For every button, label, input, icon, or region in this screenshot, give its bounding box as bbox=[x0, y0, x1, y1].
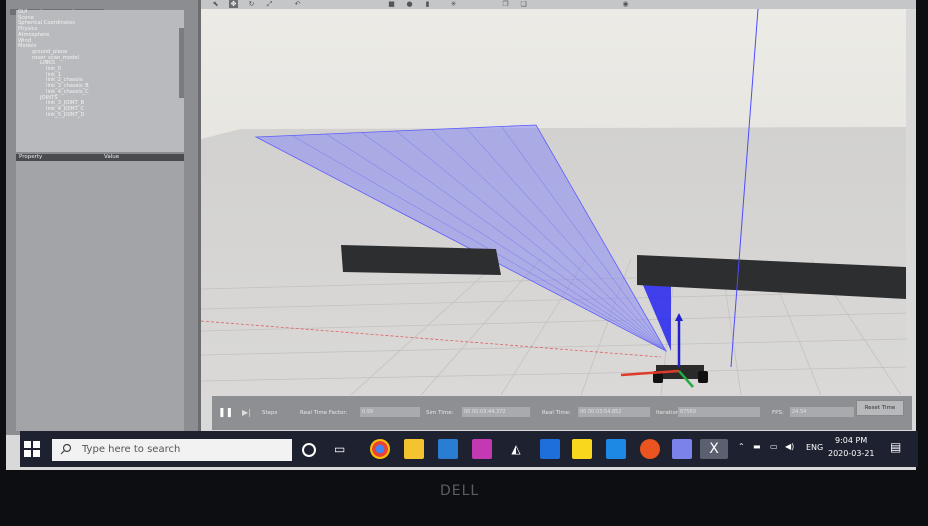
sphere-shape-icon[interactable]: ● bbox=[405, 0, 414, 8]
copy-icon[interactable]: ❐ bbox=[501, 0, 510, 8]
realtime-value: 00 00:03:54.852 bbox=[578, 407, 650, 417]
dell-logo: DELL bbox=[440, 483, 480, 499]
volume-icon[interactable]: ◀) bbox=[785, 442, 794, 451]
monitor-screen: ⬉ ✥ ↻ ⤢ ↶ ■ ● ▮ ✳ ❐ ❑ ◉ GUI Scene Spheri… bbox=[6, 0, 916, 470]
simtime-label: Sim Time: bbox=[426, 410, 454, 416]
simulation-bar: ❚❚ ▶| Steps Real Time Factor: 0.99 Sim T… bbox=[212, 396, 912, 430]
file-explorer-icon[interactable] bbox=[404, 439, 424, 459]
panel-tabs bbox=[10, 0, 180, 15]
box-shape-icon[interactable]: ■ bbox=[387, 0, 396, 8]
rotate-tool-icon[interactable]: ↻ bbox=[247, 0, 256, 8]
windows-taskbar: Type here to search ▭ ◭ X ⌃ ▬ ▭ ◀) ENG 9… bbox=[20, 431, 918, 467]
realtime-label: Real Time: bbox=[542, 410, 571, 416]
windows-start-icon[interactable] bbox=[24, 441, 40, 457]
word-icon[interactable] bbox=[540, 439, 560, 459]
cortana-icon[interactable] bbox=[302, 443, 316, 457]
screenshot-icon[interactable]: ◉ bbox=[621, 0, 630, 8]
tree-scrollbar[interactable] bbox=[179, 28, 184, 98]
fps-value: 24.54 bbox=[790, 407, 854, 417]
chrome-icon[interactable] bbox=[370, 439, 390, 459]
scale-tool-icon[interactable]: ⤢ bbox=[265, 0, 274, 8]
tree-item[interactable]: link_5_JOINT_D bbox=[16, 112, 184, 119]
battery-icon[interactable]: ▭ bbox=[770, 442, 778, 451]
vscode-icon[interactable] bbox=[606, 439, 626, 459]
ubuntu-icon[interactable] bbox=[640, 439, 660, 459]
sticky-notes-icon[interactable] bbox=[572, 439, 592, 459]
teams-icon[interactable] bbox=[672, 439, 692, 459]
clock-time[interactable]: 9:04 PM bbox=[835, 436, 867, 445]
unity-icon[interactable]: ◭ bbox=[506, 439, 526, 459]
undo-icon[interactable]: ↶ bbox=[293, 0, 302, 8]
simtime-value: 00 00:03:44.372 bbox=[462, 407, 530, 417]
clock-date[interactable]: 2020-03-21 bbox=[828, 449, 875, 458]
outlook-icon[interactable] bbox=[438, 439, 458, 459]
select-tool-icon[interactable]: ⬉ bbox=[211, 0, 220, 8]
scene-viewport[interactable] bbox=[201, 9, 906, 395]
light-icon[interactable]: ✳ bbox=[449, 0, 458, 8]
reset-time-button[interactable]: Reset Time bbox=[856, 400, 904, 416]
steps-label: Steps bbox=[262, 410, 278, 416]
notifications-icon[interactable]: ▤ bbox=[890, 440, 901, 454]
properties-panel bbox=[16, 161, 184, 431]
property-column-label: Property bbox=[19, 154, 43, 160]
cylinder-shape-icon[interactable]: ▮ bbox=[423, 0, 432, 8]
value-column-label: Value bbox=[104, 154, 120, 160]
search-icon bbox=[60, 443, 72, 455]
left-panel: GUI Scene Spherical Coordinates Physics … bbox=[6, 0, 201, 435]
world-tree: GUI Scene Spherical Coordinates Physics … bbox=[16, 9, 184, 152]
task-view-icon[interactable]: ▭ bbox=[334, 439, 354, 459]
onenote-icon[interactable] bbox=[472, 439, 492, 459]
taskbar-search[interactable]: Type here to search bbox=[52, 439, 292, 461]
paste-icon[interactable]: ❑ bbox=[519, 0, 528, 8]
search-placeholder: Type here to search bbox=[82, 444, 181, 455]
translate-tool-icon[interactable]: ✥ bbox=[229, 0, 238, 8]
properties-header: Property Value bbox=[16, 154, 184, 161]
rtf-label: Real Time Factor: bbox=[300, 410, 348, 416]
pause-icon[interactable]: ❚❚ bbox=[218, 408, 233, 418]
iterations-value: 87569 bbox=[678, 407, 760, 417]
toolbar: ⬉ ✥ ↻ ⤢ ↶ ■ ● ▮ ✳ ❐ ❑ ◉ bbox=[201, 0, 916, 9]
x-server-icon[interactable]: X bbox=[700, 439, 728, 459]
fps-label: FPS: bbox=[772, 410, 784, 416]
chevron-up-icon[interactable]: ⌃ bbox=[738, 442, 745, 451]
language-indicator[interactable]: ENG bbox=[806, 443, 823, 452]
network-icon[interactable]: ▬ bbox=[753, 442, 761, 451]
wall-left[interactable] bbox=[341, 245, 501, 275]
rtf-value: 0.99 bbox=[360, 407, 420, 417]
step-icon[interactable]: ▶| bbox=[242, 408, 251, 417]
